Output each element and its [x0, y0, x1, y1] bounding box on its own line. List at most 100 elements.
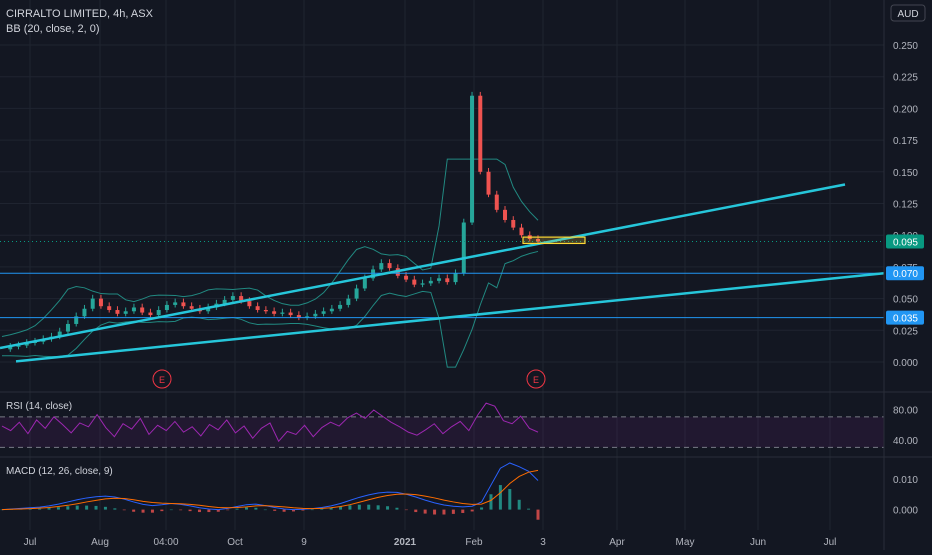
macd-histogram-bar: [451, 509, 455, 514]
time-tick-label: 04:00: [153, 537, 178, 548]
candle-body[interactable]: [338, 304, 343, 309]
candle-body[interactable]: [288, 312, 293, 316]
macd-histogram-bar: [132, 509, 136, 512]
candle-body[interactable]: [98, 298, 103, 307]
candle-body[interactable]: [329, 308, 334, 312]
candle-body[interactable]: [107, 306, 112, 311]
time-tick-label: 3: [540, 537, 546, 548]
macd-histogram-bar: [263, 509, 267, 511]
time-tick-label: Jul: [824, 537, 837, 548]
macd-histogram-bar: [395, 507, 399, 510]
candle-body[interactable]: [519, 227, 524, 236]
candle-body[interactable]: [140, 307, 145, 313]
macd-histogram-bar: [113, 508, 117, 510]
bollinger-legend[interactable]: BB (20, close, 2, 0): [6, 23, 100, 35]
candle-body[interactable]: [65, 323, 70, 332]
candle-body[interactable]: [412, 279, 417, 285]
macd-histogram-bar: [244, 507, 248, 510]
candle-body[interactable]: [313, 313, 318, 317]
candle-body[interactable]: [115, 310, 120, 314]
time-tick-label: Oct: [227, 537, 243, 548]
chart-window[interactable]: EE 0.0000.0250.0500.0750.1000.1250.1500.…: [0, 0, 932, 550]
macd-histogram-bar: [414, 509, 418, 513]
chart-background: [0, 0, 932, 550]
candle-body[interactable]: [164, 304, 169, 311]
macd-histogram-bar: [273, 509, 277, 511]
candle-body[interactable]: [420, 283, 425, 285]
candle-body[interactable]: [263, 310, 268, 312]
candle-body[interactable]: [437, 278, 442, 281]
rsi-tick-label: 80.00: [893, 405, 918, 416]
macd-legend[interactable]: MACD (12, 26, close, 9): [6, 466, 113, 477]
price-tick-label: 0.250: [893, 41, 918, 52]
candle-body[interactable]: [503, 209, 508, 220]
macd-histogram-bar: [169, 509, 173, 511]
candle-body[interactable]: [387, 263, 392, 269]
price-tick-label: 0.050: [893, 295, 918, 306]
candle-body[interactable]: [156, 310, 161, 316]
candle-body[interactable]: [362, 278, 367, 289]
macd-histogram-bar: [404, 509, 408, 511]
candle-body[interactable]: [470, 95, 475, 223]
rsi-legend[interactable]: RSI (14, close): [6, 401, 72, 412]
currency-label: AUD: [897, 9, 918, 20]
candle-body[interactable]: [255, 306, 260, 311]
price-tick-label: 0.125: [893, 200, 918, 211]
chart-canvas[interactable]: EE 0.0000.0250.0500.0750.1000.1250.1500.…: [0, 0, 932, 550]
candle-body[interactable]: [148, 312, 153, 316]
macd-histogram-bar: [38, 508, 42, 510]
candle-body[interactable]: [90, 298, 95, 309]
price-axis-badge-label: 0.070: [893, 269, 918, 280]
macd-histogram-bar: [527, 508, 531, 510]
candle-body[interactable]: [494, 194, 499, 210]
candle-body[interactable]: [131, 307, 136, 312]
candle-body[interactable]: [272, 311, 277, 314]
price-axis-badge-label: 0.095: [893, 238, 918, 249]
macd-histogram-bar: [498, 485, 502, 510]
symbol-title: CIRRALTO LIMITED, 4h, ASX: [6, 8, 154, 20]
rsi-tick-label: 40.00: [893, 436, 918, 447]
candle-body[interactable]: [354, 288, 359, 299]
time-tick-label: Jun: [750, 537, 766, 548]
candle-body[interactable]: [379, 263, 384, 270]
macd-histogram-bar: [66, 506, 70, 510]
macd-histogram-bar: [85, 505, 89, 510]
macd-histogram-bar: [122, 509, 126, 511]
candle-body[interactable]: [445, 278, 450, 283]
candle-body[interactable]: [461, 222, 466, 274]
candle-body[interactable]: [189, 306, 194, 309]
candle-body[interactable]: [346, 298, 351, 305]
candle-body[interactable]: [511, 219, 516, 228]
candle-body[interactable]: [428, 280, 433, 284]
time-tick-label: Feb: [465, 537, 483, 548]
candle-body[interactable]: [478, 95, 483, 172]
macd-histogram-bar: [517, 499, 521, 510]
macd-histogram-bar: [536, 509, 540, 520]
price-tick-label: 0.025: [893, 326, 918, 337]
candle-body[interactable]: [82, 308, 87, 317]
candle-body[interactable]: [321, 311, 326, 314]
macd-histogram-bar: [310, 509, 314, 511]
macd-histogram-bar: [103, 506, 107, 510]
macd-histogram-bar: [226, 509, 230, 511]
macd-histogram-bar: [461, 509, 465, 513]
macd-histogram-bar: [235, 508, 239, 510]
candle-body[interactable]: [247, 301, 252, 307]
macd-histogram-bar: [56, 507, 60, 510]
highlight-rectangle[interactable]: [522, 236, 586, 245]
earnings-marker-label: E: [159, 375, 165, 385]
candle-body[interactable]: [486, 171, 491, 195]
candle-body[interactable]: [230, 296, 235, 300]
macd-histogram-bar: [282, 509, 286, 512]
macd-histogram-bar: [433, 509, 437, 515]
time-tick-label: Aug: [91, 537, 109, 548]
candle-body[interactable]: [453, 273, 458, 283]
candle-body[interactable]: [280, 312, 285, 314]
time-tick-label: 2021: [394, 537, 417, 548]
candle-body[interactable]: [181, 302, 186, 307]
candle-body[interactable]: [173, 302, 178, 305]
macd-histogram-bar: [94, 505, 98, 510]
macd-histogram-bar: [207, 509, 211, 513]
candle-body[interactable]: [123, 311, 128, 314]
candle-body[interactable]: [404, 275, 409, 280]
